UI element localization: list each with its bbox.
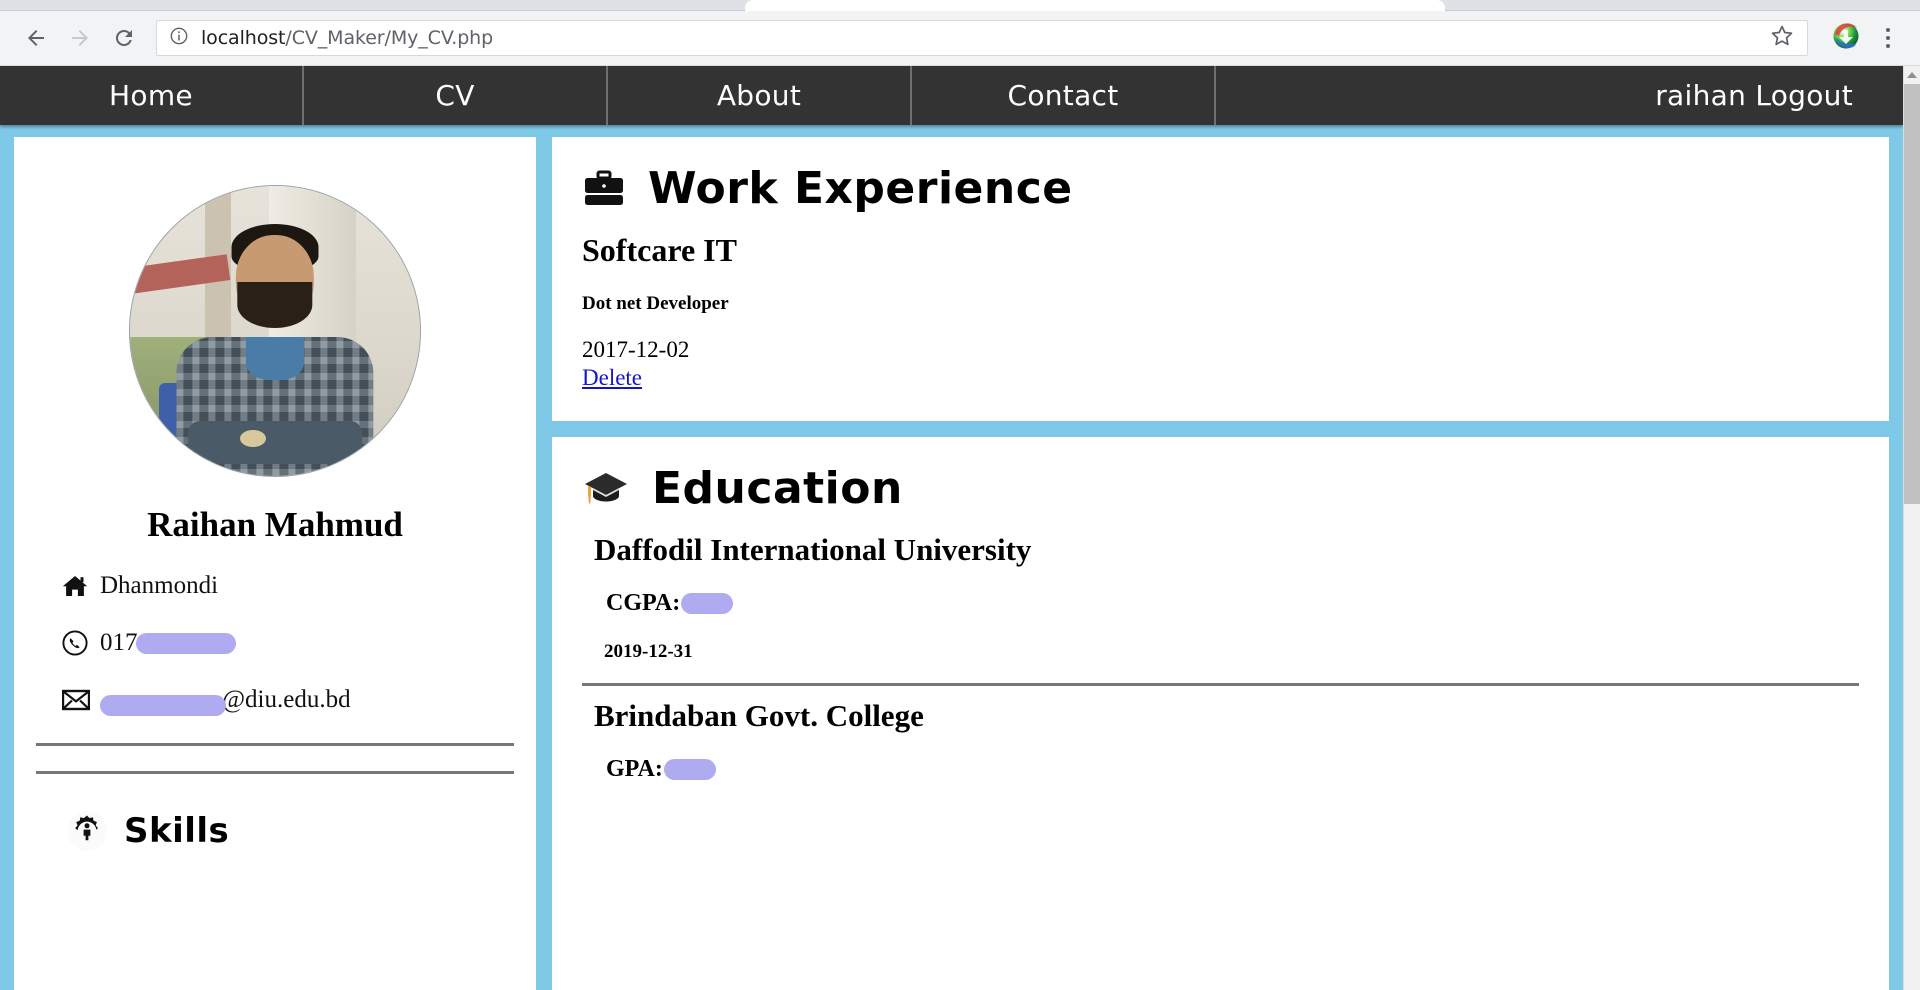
- back-arrow-icon: [28, 30, 44, 46]
- avatar: [129, 185, 421, 477]
- work-experience-header: Work Experience: [582, 163, 1859, 214]
- cv-content: Work Experience Softcare IT Dot net Deve…: [552, 137, 1889, 990]
- education-grade-label: CGPA:: [606, 590, 681, 616]
- email-redaction: [100, 694, 226, 716]
- site-navigation: Home CV About Contact raihan Logout: [0, 66, 1903, 125]
- reload-icon: [115, 29, 132, 46]
- work-company: Softcare IT: [582, 232, 737, 268]
- scrollbar-track[interactable]: [1904, 505, 1920, 990]
- browser-menu-button[interactable]: [1870, 18, 1906, 58]
- nav-item-home[interactable]: Home: [0, 66, 304, 125]
- browser-window: localhost/CV_Maker/My_CV.php Home CV Abo…: [0, 0, 1920, 990]
- nav-item-about[interactable]: About: [608, 66, 912, 125]
- education-grade-redaction: [663, 759, 716, 780]
- skills-section-header: Skills: [32, 810, 518, 852]
- sidebar-dividers: [32, 743, 518, 774]
- nav-item-cv[interactable]: CV: [304, 66, 608, 125]
- contact-email: @diu.edu.bd: [62, 685, 518, 716]
- scrollbar-thumb[interactable]: [1904, 84, 1920, 504]
- profile-sidebar: Raihan Mahmud Dhanmondi 017 @diu.edu.bd …: [14, 137, 536, 990]
- browser-tab[interactable]: [745, 0, 1445, 11]
- education-title: Education: [652, 463, 903, 514]
- chevron-up-icon: [1907, 71, 1917, 78]
- education-grade: CGPA:: [594, 590, 1859, 617]
- url-text: localhost/CV_Maker/My_CV.php: [201, 27, 493, 49]
- home-icon: [62, 574, 92, 598]
- phone-icon: [62, 630, 92, 656]
- forward-arrow-icon: [72, 30, 88, 46]
- work-delete-link[interactable]: Delete: [582, 365, 642, 391]
- education-grade-redaction: [681, 593, 734, 614]
- education-header: Education: [582, 463, 1859, 514]
- extension-button[interactable]: [1830, 21, 1864, 55]
- education-card: Education Daffodil International Univers…: [552, 437, 1889, 990]
- work-role: Dot net Developer: [582, 293, 729, 314]
- web-page: Home CV About Contact raihan Logout Raih…: [0, 66, 1903, 990]
- divider-bottom: [36, 771, 514, 774]
- education-entry: Brindaban Govt. College GPA:: [582, 698, 1859, 783]
- address-bar[interactable]: localhost/CV_Maker/My_CV.php: [156, 20, 1808, 56]
- education-institution: Brindaban Govt. College: [594, 698, 924, 733]
- graduation-cap-icon: [582, 468, 630, 510]
- url-path: /CV_Maker/My_CV.php: [285, 27, 494, 49]
- education-divider: [582, 683, 1859, 686]
- education-grade: GPA:: [594, 756, 1859, 783]
- bookmark-button[interactable]: [1759, 23, 1795, 54]
- briefcase-icon: [582, 169, 626, 209]
- contact-phone: 017: [62, 628, 518, 658]
- browser-viewport: Home CV About Contact raihan Logout Raih…: [0, 66, 1920, 990]
- three-dot-menu-icon: [1886, 28, 1890, 32]
- profile-name: Raihan Mahmud: [147, 505, 403, 544]
- browser-toolbar: localhost/CV_Maker/My_CV.php: [0, 11, 1920, 66]
- avatar-container: [32, 185, 518, 477]
- url-host: localhost: [201, 27, 286, 49]
- education-entry: Daffodil International University CGPA: …: [582, 532, 1859, 663]
- contact-list: Dhanmondi 017 @diu.edu.bd: [32, 571, 518, 716]
- education-date: 2019-12-31: [604, 641, 693, 662]
- star-bookmark-icon: [1771, 25, 1793, 45]
- user-gear-icon: [66, 810, 108, 852]
- forward-button[interactable]: [58, 16, 102, 60]
- nav-item-user-logout[interactable]: raihan Logout: [1216, 66, 1903, 125]
- page-scrollbar[interactable]: [1903, 66, 1920, 990]
- contact-address: Dhanmondi: [62, 571, 518, 601]
- scrollbar-up-button[interactable]: [1904, 66, 1920, 83]
- envelope-icon: [62, 689, 92, 711]
- phone-redaction: [135, 632, 236, 654]
- phone-visible-text: 017: [100, 629, 138, 656]
- education-grade-label: GPA:: [606, 756, 663, 782]
- work-entry: Softcare IT Dot net Developer 2017-12-02…: [582, 232, 1859, 391]
- work-experience-title: Work Experience: [648, 163, 1073, 214]
- cv-layout: Raihan Mahmud Dhanmondi 017 @diu.edu.bd …: [0, 125, 1903, 990]
- back-button[interactable]: [14, 16, 58, 60]
- address-text: Dhanmondi: [100, 572, 219, 599]
- work-date: 2017-12-02: [582, 337, 690, 362]
- skills-title: Skills: [124, 811, 230, 851]
- site-info-icon[interactable]: [169, 26, 189, 51]
- education-institution: Daffodil International University: [594, 532, 1032, 567]
- browser-tab-strip: [0, 0, 1920, 11]
- email-domain-text: @diu.edu.bd: [222, 686, 351, 713]
- idm-extension-icon: [1833, 23, 1859, 49]
- nav-item-contact[interactable]: Contact: [912, 66, 1216, 125]
- reload-button[interactable]: [102, 16, 146, 60]
- work-experience-card: Work Experience Softcare IT Dot net Deve…: [552, 137, 1889, 421]
